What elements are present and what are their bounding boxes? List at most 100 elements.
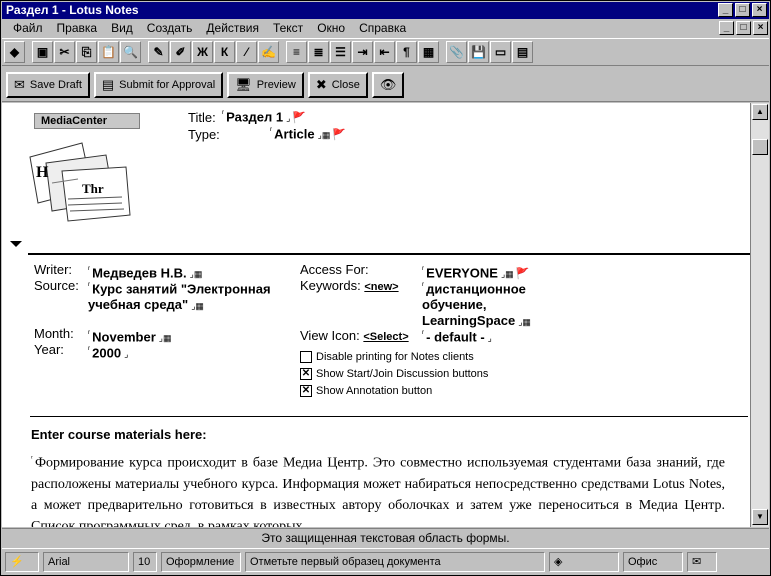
align-center-icon[interactable]: ≣ [308, 41, 329, 63]
action-button-1[interactable]: ▤ Submit for Approval [93, 71, 224, 98]
action-label: Close [331, 78, 360, 91]
title-label: Title: [188, 110, 216, 125]
paint-icon[interactable]: ✍ [258, 41, 279, 63]
doc-close-button[interactable]: × [753, 21, 768, 35]
scroll-up-button[interactable]: ▲ [752, 104, 768, 120]
section-title: Enter course materials here: [31, 427, 207, 442]
option-label: Show Start/Join Discussion buttons [316, 368, 489, 380]
year-label: Year: [34, 342, 64, 357]
action-icon: ▤ [101, 76, 115, 92]
diamond-icon[interactable]: ◆ [4, 41, 25, 63]
paste-icon[interactable]: 📋 [98, 41, 119, 63]
status-font[interactable]: Arial [43, 552, 129, 572]
access-label: Access For: [300, 262, 369, 277]
title-field[interactable]: ʳ Раздел 1 ⌟ 🚩 [222, 108, 306, 124]
status-style[interactable]: Оформление [161, 552, 241, 572]
status-size[interactable]: 10 [133, 552, 157, 572]
edit-icon[interactable]: ✎ [148, 41, 169, 63]
attach-icon[interactable]: 📎 [446, 41, 467, 63]
doc-restore-button[interactable]: □ [736, 21, 751, 35]
print-icon[interactable]: ▣ [32, 41, 53, 63]
month-label: Month: [34, 326, 74, 341]
newspapers-logo-icon: H Thr [29, 142, 131, 222]
option-label: Disable printing for Notes clients [316, 351, 474, 363]
svg-text:H: H [36, 164, 49, 181]
body-richtext-field[interactable]: ʳ Формирование курса происходит в базе Ме… [31, 448, 725, 527]
menu-item-5[interactable]: Текст [266, 20, 310, 37]
status-message: Это защищенная текстовая область формы. [2, 528, 769, 546]
body-divider [30, 416, 748, 417]
logo-label: MediaCenter [34, 113, 140, 129]
flag-icon: 🚩 [292, 112, 307, 125]
writer-label: Writer: [34, 262, 73, 277]
year-field[interactable]: ʳ 2000 ⌟ [88, 341, 128, 362]
menu-bar: Файл Правка Вид Создать Действия Текст Окно Спр… [2, 20, 769, 37]
source-field[interactable]: ʳ Курс занятий "Электронная учебная среда… [88, 277, 272, 314]
svg-text:Thr: Thr [82, 181, 104, 196]
status-lightning-icon[interactable]: ⚡ [5, 552, 39, 572]
outdent-icon[interactable]: ⇤ [374, 41, 395, 63]
menu-item-4[interactable]: Действия [199, 20, 266, 37]
bullets-icon[interactable]: ☰ [330, 41, 351, 63]
preview-icon[interactable]: 🔍 [120, 41, 141, 63]
copy-icon[interactable]: ⎘ [76, 41, 97, 63]
viewicon-select-link[interactable]: <Select> [363, 331, 408, 343]
menu-item-2[interactable]: Вид [104, 20, 140, 37]
smarticons-toolbar: ◆ ▣ ✂ ⎘ 📋 🔍 ✎ ✐ Ж К ⁄ ✍ ≡ ≣ ☰ ⇥ ⇤ ¶ ▦ 📎 💾 ▭ ▤ [2, 38, 769, 66]
action-button-3[interactable]: ✖ Close [307, 71, 368, 98]
option-checkbox[interactable] [300, 351, 312, 363]
option-row[interactable]: ✕ Show Annotation button [300, 385, 432, 397]
action-button-2[interactable]: 🖥 Preview [227, 71, 304, 98]
option-checkbox[interactable]: ✕ [300, 385, 312, 397]
document-area: MediaCenter H Thr Title: ʳ Раздел 1 ⌟ 🚩 Typ… [2, 103, 750, 527]
type-field[interactable]: ʳ Article ⌟▦ 🚩 [270, 125, 346, 141]
paragraph-icon[interactable]: ¶ [396, 41, 417, 63]
action-icon: 👁 [379, 76, 397, 92]
viewicon-label: View Icon: <Select> [300, 328, 409, 343]
scroll-down-button[interactable]: ▼ [752, 509, 768, 525]
viewicon-field[interactable]: ʳ- default - ⌟ [422, 325, 492, 346]
header-divider [28, 253, 750, 255]
italic-icon[interactable]: К [214, 41, 235, 63]
menu-item-0[interactable]: Файл [6, 20, 50, 37]
section-twisty-icon[interactable] [10, 241, 22, 247]
close-button[interactable]: × [752, 3, 767, 17]
action-button-4[interactable]: 👁 [371, 71, 405, 98]
table-icon[interactable]: ▦ [418, 41, 439, 63]
highlighter-icon[interactable]: ⁄ [236, 41, 257, 63]
status-location[interactable]: Офис [623, 552, 683, 572]
bold-icon[interactable]: Ж [192, 41, 213, 63]
source-label: Source: [34, 278, 79, 293]
action-icon: ✖ [315, 76, 327, 92]
action-icon: 🖥 [235, 76, 252, 92]
option-checkbox[interactable]: ✕ [300, 368, 312, 380]
properties-icon[interactable]: ▤ [512, 41, 533, 63]
menu-item-1[interactable]: Правка [50, 20, 105, 37]
status-mail-icon[interactable]: ✉ [687, 552, 717, 572]
status-bar: ⚡ Arial 10 Оформление Отметьте первый об… [2, 548, 769, 575]
status-access-icon[interactable]: ◈ [549, 552, 619, 572]
action-icon: ✉ [14, 76, 25, 92]
title-bar: Раздел 1 - Lotus Notes _ □ × [2, 2, 769, 19]
pen-icon[interactable]: ✐ [170, 41, 191, 63]
option-row[interactable]: ✕ Show Start/Join Discussion buttons [300, 368, 488, 380]
keywords-field[interactable]: ʳ дистанционное обучение, LearningSpace ⌟▦ [422, 277, 562, 330]
keywords-new-link[interactable]: <new> [364, 281, 398, 293]
minimize-button[interactable]: _ [718, 3, 733, 17]
menu-item-6[interactable]: Окно [310, 20, 352, 37]
keywords-label: Keywords: <new> [300, 278, 399, 293]
doc-minimize-button[interactable]: _ [719, 21, 734, 35]
save-icon[interactable]: 💾 [468, 41, 489, 63]
scroll-thumb[interactable] [752, 139, 768, 155]
menu-item-3[interactable]: Создать [140, 20, 200, 37]
vertical-scrollbar[interactable]: ▲ ▼ [750, 103, 769, 527]
option-row[interactable]: Disable printing for Notes clients [300, 351, 474, 363]
menu-item-7[interactable]: Справка [352, 20, 413, 37]
indent-icon[interactable]: ⇥ [352, 41, 373, 63]
action-button-0[interactable]: ✉ Save Draft [6, 71, 90, 98]
flag-icon: 🚩 [332, 129, 347, 142]
panel-icon[interactable]: ▭ [490, 41, 511, 63]
align-left-icon[interactable]: ≡ [286, 41, 307, 63]
maximize-button[interactable]: □ [735, 3, 750, 17]
cut-icon[interactable]: ✂ [54, 41, 75, 63]
